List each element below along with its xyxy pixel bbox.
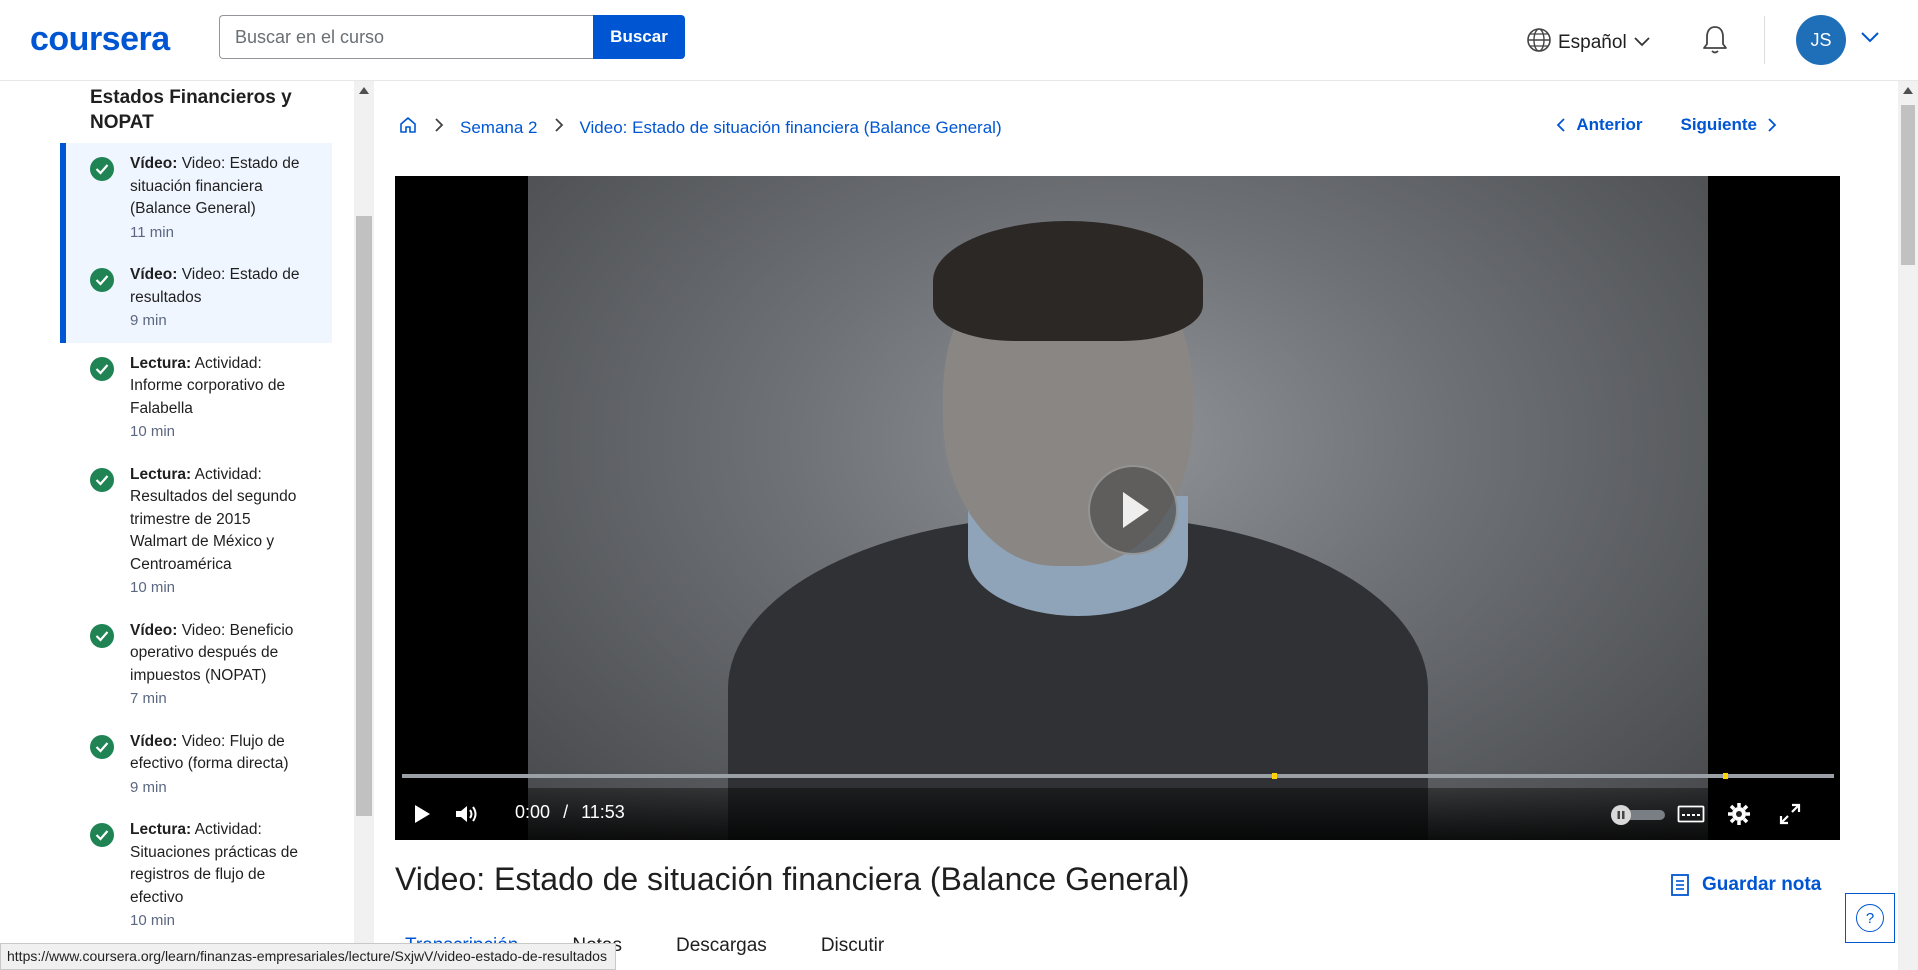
main-content: Semana 2 Video: Estado de situación fina…: [375, 81, 1897, 970]
previous-link[interactable]: Anterior: [1556, 115, 1642, 135]
tab-downloads[interactable]: Descargas: [676, 935, 767, 957]
chevron-right-icon: [1768, 118, 1777, 132]
module-item[interactable]: Vídeo: Video: Estado de resultados 9 min: [60, 254, 332, 343]
page-scrollbar[interactable]: [1898, 81, 1918, 970]
note-icon: [1671, 874, 1689, 896]
course-search: Buscar: [219, 15, 685, 59]
item-duration: 9 min: [130, 312, 167, 329]
help-button[interactable]: ?: [1845, 893, 1895, 943]
item-duration: 9 min: [130, 778, 167, 796]
fullscreen-button[interactable]: [1779, 803, 1801, 830]
current-time: 0:00: [515, 802, 551, 822]
breadcrumb-current-link[interactable]: Video: Estado de situación financiera (B…: [580, 118, 1002, 138]
time-display: 0:00 / 11:53: [515, 802, 625, 823]
top-header: coursera Buscar Español JS: [0, 0, 1918, 81]
breadcrumb-week-link[interactable]: Semana 2: [460, 118, 538, 138]
module-item[interactable]: Lectura: Actividad: Informe corporativo …: [60, 343, 332, 454]
next-label: Siguiente: [1680, 115, 1757, 134]
item-duration: 7 min: [130, 690, 167, 707]
captions-button[interactable]: [1677, 805, 1705, 830]
play-icon: [415, 805, 430, 823]
settings-button[interactable]: [1727, 802, 1751, 831]
completed-check-icon: [90, 467, 114, 492]
search-button[interactable]: Buscar: [593, 15, 685, 59]
play-icon: [1123, 492, 1149, 528]
item-kind: Vídeo:: [130, 266, 178, 283]
lecture-title: Video: Estado de situación financiera (B…: [395, 861, 1190, 897]
sidebar-scroll-thumb[interactable]: [356, 216, 372, 816]
help-question-icon: ?: [1856, 904, 1884, 932]
volume-icon: [456, 806, 477, 822]
chevron-left-icon: [1557, 118, 1565, 132]
completed-check-icon: [90, 356, 114, 381]
scroll-up-arrow-icon[interactable]: [359, 87, 369, 94]
module-items-list: Vídeo: Video: Estado de situación financ…: [60, 143, 332, 943]
notifications-bell-icon[interactable]: [1700, 24, 1730, 61]
language-label: Español: [1558, 32, 1627, 53]
total-duration: 11:53: [581, 802, 625, 822]
course-sidebar: Estados Financieros y NOPAT Vídeo: Video…: [0, 81, 355, 970]
item-duration: 11 min: [130, 223, 174, 241]
scroll-up-arrow-icon[interactable]: [1903, 87, 1913, 94]
module-item[interactable]: Lectura: Actividad: Resultados del segun…: [60, 454, 332, 610]
next-link[interactable]: Siguiente: [1680, 115, 1777, 135]
progress-bar[interactable]: [402, 773, 1834, 779]
autoplay-toggle[interactable]: [1609, 804, 1667, 825]
completed-check-icon: [90, 734, 114, 759]
completed-check-icon: [90, 157, 114, 181]
browser-status-url: https://www.coursera.org/learn/finanzas-…: [0, 943, 616, 970]
page-scroll-thumb[interactable]: [1901, 105, 1915, 265]
completed-check-icon: [90, 823, 114, 847]
item-kind: Lectura:: [130, 354, 192, 372]
header-divider: [1764, 16, 1765, 64]
fullscreen-icon: [1779, 803, 1801, 825]
module-item[interactable]: Lectura: Actividad: Situaciones práctica…: [60, 809, 332, 943]
user-avatar[interactable]: JS: [1796, 15, 1846, 65]
video-player[interactable]: 0:00 / 11:53: [395, 176, 1840, 840]
module-title: Estados Financieros y NOPAT: [90, 87, 292, 133]
save-note-button[interactable]: Guardar nota: [1670, 873, 1821, 897]
save-note-label: Guardar nota: [1702, 874, 1822, 895]
item-kind: Lectura:: [130, 821, 192, 838]
item-kind: Vídeo:: [130, 732, 178, 750]
video-presenter-hair: [933, 221, 1203, 341]
big-play-button[interactable]: [1088, 465, 1178, 555]
player-controls: 0:00 / 11:53: [395, 773, 1840, 840]
play-button[interactable]: [413, 804, 431, 829]
chevron-right-icon: [434, 117, 444, 138]
account-chevron-down-icon[interactable]: [1860, 30, 1880, 48]
item-duration: 10 min: [130, 579, 176, 596]
globe-icon: [1526, 27, 1552, 59]
breadcrumb: Semana 2 Video: Estado de situación fina…: [398, 115, 1002, 140]
lesson-navigation: Anterior Siguiente: [1556, 115, 1777, 135]
language-selector[interactable]: Español: [1526, 27, 1651, 59]
chevron-down-icon: [1633, 32, 1651, 54]
home-icon[interactable]: [398, 115, 418, 140]
module-item[interactable]: Vídeo: Video: Beneficio operativo despué…: [60, 610, 332, 721]
sidebar-scrollbar[interactable]: [354, 81, 374, 970]
chevron-right-icon: [554, 117, 564, 138]
previous-label: Anterior: [1576, 115, 1643, 134]
progress-cue-marker: [1272, 773, 1277, 779]
time-separator: /: [563, 802, 569, 822]
module-item[interactable]: Vídeo: Video: Estado de situación financ…: [60, 143, 332, 254]
item-duration: 10 min: [130, 912, 176, 929]
item-kind: Lectura:: [130, 465, 192, 483]
module-item[interactable]: Vídeo: Video: Flujo de efectivo (forma d…: [60, 721, 332, 810]
item-kind: Vídeo:: [130, 155, 178, 172]
coursera-logo[interactable]: coursera: [30, 20, 170, 59]
volume-button[interactable]: [455, 804, 481, 829]
captions-icon: [1677, 805, 1705, 823]
gear-icon: [1728, 803, 1750, 825]
tab-discuss[interactable]: Discutir: [821, 935, 884, 957]
search-input[interactable]: [219, 15, 593, 59]
item-kind: Vídeo:: [130, 621, 178, 639]
item-duration: 10 min: [130, 423, 176, 440]
completed-check-icon: [90, 623, 114, 648]
completed-check-icon: [90, 268, 114, 292]
progress-cue-marker: [1723, 773, 1728, 779]
